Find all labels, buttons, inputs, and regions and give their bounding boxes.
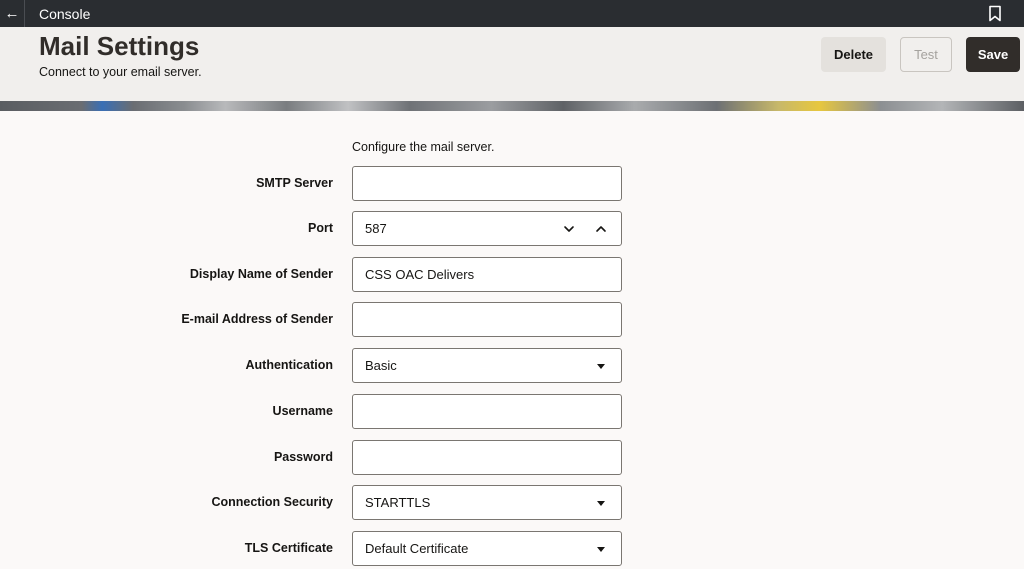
connection-security-select[interactable]: STARTTLS [352, 485, 622, 520]
smtp-server-row: SMTP Server [0, 166, 1024, 201]
username-label: Username [272, 404, 333, 418]
password-label: Password [273, 450, 333, 464]
topbar-divider [24, 0, 25, 27]
page-title: Mail Settings [39, 31, 200, 61]
connection-security-value: STARTTLS [365, 495, 431, 510]
port-stepper[interactable]: 587 [352, 211, 622, 246]
email-address-input[interactable] [365, 303, 621, 336]
form-intro: Configure the mail server. [352, 140, 495, 154]
header-banner-image [0, 101, 1024, 111]
password-input[interactable] [365, 441, 621, 474]
tls-certificate-row: TLS Certificate Default Certificate [0, 531, 1024, 566]
smtp-server-field-box [352, 166, 622, 201]
authentication-row: Authentication Basic [0, 348, 1024, 383]
email-address-row: E-mail Address of Sender [0, 302, 1024, 337]
authentication-label: Authentication [245, 358, 334, 372]
caret-down-icon [597, 547, 605, 552]
caret-down-icon [597, 364, 605, 369]
save-button[interactable]: Save [966, 37, 1020, 72]
authentication-value: Basic [365, 358, 397, 373]
port-row: Port 587 [0, 211, 1024, 246]
authentication-select[interactable]: Basic [352, 348, 622, 383]
display-name-field-box [352, 257, 622, 292]
test-button[interactable]: Test [900, 37, 952, 72]
username-field-box [352, 394, 622, 429]
smtp-server-label: SMTP Server [256, 176, 333, 190]
tls-certificate-value: Default Certificate [365, 541, 469, 556]
back-arrow-icon[interactable]: ← [0, 0, 24, 27]
tls-certificate-label: TLS Certificate [244, 541, 333, 555]
email-address-field-box [352, 302, 622, 337]
delete-button[interactable]: Delete [821, 37, 886, 72]
page-header: Mail Settings Connect to your email serv… [0, 27, 1024, 101]
top-bar: ← Console [0, 0, 1024, 27]
bookmark-icon[interactable] [988, 5, 1002, 22]
password-row: Password [0, 440, 1024, 475]
display-name-label: Display Name of Sender [189, 267, 333, 281]
smtp-server-input[interactable] [365, 167, 621, 200]
password-field-box [352, 440, 622, 475]
username-input[interactable] [365, 395, 621, 428]
connection-security-row: Connection Security STARTTLS [0, 485, 1024, 520]
display-name-input[interactable] [365, 258, 621, 291]
email-address-label: E-mail Address of Sender [181, 312, 333, 326]
username-row: Username [0, 394, 1024, 429]
chevron-down-icon[interactable] [563, 223, 575, 235]
port-value: 587 [365, 221, 387, 236]
caret-down-icon [597, 501, 605, 506]
app-title: Console [39, 5, 91, 22]
page-subtitle: Connect to your email server. [39, 65, 202, 79]
display-name-row: Display Name of Sender [0, 257, 1024, 292]
connection-security-label: Connection Security [211, 495, 333, 509]
port-label: Port [308, 221, 333, 235]
chevron-up-icon[interactable] [595, 223, 607, 235]
tls-certificate-select[interactable]: Default Certificate [352, 531, 622, 566]
